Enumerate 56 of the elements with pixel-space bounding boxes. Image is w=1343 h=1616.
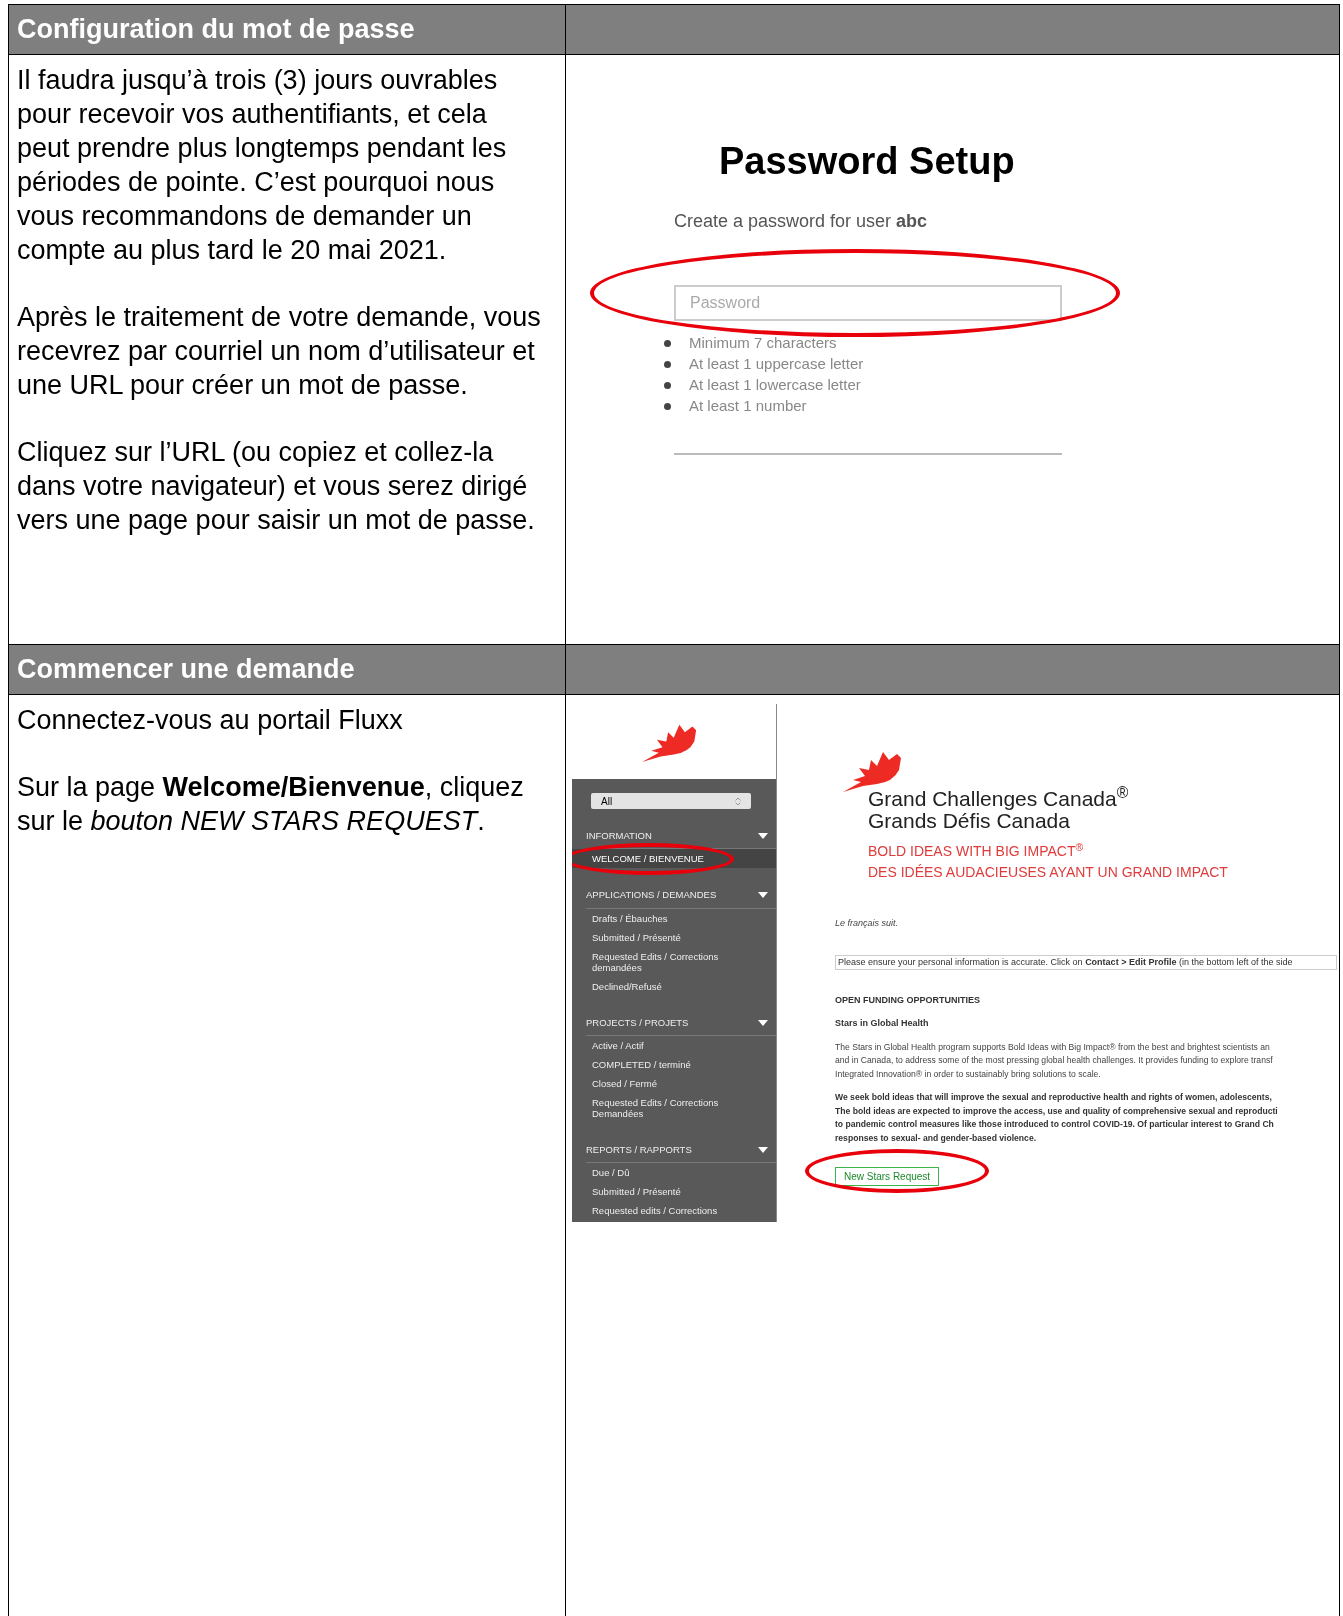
- select-arrows-icon: [735, 796, 741, 806]
- rule-text: At least 1 number: [689, 396, 807, 417]
- caret-icon: [758, 892, 768, 899]
- sidebar-item[interactable]: Closed / Fermé: [572, 1073, 776, 1093]
- rule-text: At least 1 lowercase letter: [689, 375, 861, 396]
- tagline-text: BOLD IDEAS WITH BIG IMPACT$^{®}$: [868, 841, 1085, 861]
- instruction-text: Connectez-vous au portail Fluxx: [17, 704, 404, 737]
- emphasis-line: responses to sexual- and gender-based violence.: [835, 1131, 1038, 1145]
- section-title: OPEN FUNDING OPPORTUNITIES: [835, 993, 981, 1007]
- sidebar-item[interactable]: Submitted / Présenté: [572, 1182, 776, 1201]
- bullet-icon: [664, 382, 671, 389]
- emphasis-line: We seek bold ideas that will improve the sexual and reproductive health and rights of women, adolescents,: [835, 1091, 1273, 1104]
- page-title: Password Setup: [719, 139, 1015, 184]
- sidebar-item[interactable]: Drafts / Ébauches: [572, 908, 776, 928]
- sidebar-item[interactable]: Requested edits / Corrections: [572, 1201, 776, 1220]
- sidebar-item[interactable]: Requested Edits / Corrections demandées: [572, 946, 776, 977]
- sidebar-item[interactable]: WELCOME / BIENVENUE: [572, 849, 776, 869]
- new-request-button[interactable]: New Stars Request: [835, 1167, 940, 1186]
- sidebar-item[interactable]: Active / Actif: [572, 1035, 776, 1055]
- caret-icon: [758, 1146, 768, 1153]
- caret-icon: [758, 833, 768, 840]
- subtitle-text: Create a password for user abc: [674, 210, 928, 233]
- section-heading: Commencer une demande: [17, 653, 355, 687]
- instruction-text: Sur la page Welcome/Bienvenue, cliquez sur le bouton NEW STARS REQUEST.: [17, 771, 525, 838]
- sidebar-item[interactable]: Requested Edits / Corrections Demandées: [572, 1092, 776, 1123]
- sidebar-group-title[interactable]: APPLICATIONS / DEMANDES: [586, 888, 717, 903]
- bullet-icon: [664, 403, 671, 410]
- rule-text: Minimum 7 characters: [689, 333, 837, 354]
- program-title: Stars in Global Health: [835, 1017, 930, 1030]
- instruction-text: Il faudra jusqu’à trois (3) jours ouvrables pour recevoir vos authentifiants, et cela peut prendre plus longtemps pendant les périodes de pointe. C’est pourquoi nous vous recommandons de demander un compte au plus tard le 20 mai 2021.: [17, 64, 508, 267]
- sidebar-item[interactable]: Due / Dû: [572, 1163, 776, 1182]
- notice-box: Please ensure your personal information is accurate. Click on Contact > Edit Profile (in the bottom left of the side: [835, 954, 1337, 970]
- sidebar-group-title[interactable]: REPORTS / RAPPORTS: [586, 1142, 692, 1157]
- note-text: Le français suit.: [835, 917, 900, 930]
- caret-icon: [758, 1019, 768, 1026]
- filter-select[interactable]: All: [591, 793, 751, 809]
- bullet-icon: [664, 361, 671, 368]
- emphasis-line: The bold ideas are expected to improve the access, use and quality of comprehensive sexual and reproducti: [835, 1104, 1279, 1118]
- sidebar-item[interactable]: Declined/Refusé: [572, 976, 776, 996]
- sidebar-item[interactable]: COMPLETED / terminé: [572, 1054, 776, 1074]
- rule-text: At least 1 uppercase letter: [689, 354, 864, 375]
- description-line: and in Canada, to address some of the most pressing global health challenges. It provides funding to explore transf: [835, 1054, 1274, 1067]
- bullet-icon: [664, 340, 671, 347]
- section-heading: Configuration du mot de passe: [17, 13, 415, 47]
- logo-text: Grand Challenges Canada$^{®}$: [868, 788, 1130, 810]
- password-field[interactable]: Password: [674, 285, 1062, 321]
- sidebar-group-title[interactable]: PROJECTS / PROJETS: [586, 1015, 689, 1030]
- instruction-text: Cliquez sur l’URL (ou copiez et collez-la dans votre navigateur) et vous serez dirigé vers une page pour saisir un mot de passe.: [17, 436, 536, 537]
- description-line: The Stars in Global Health program supports Bold Ideas with Big Impact® from the best and brightest scientists an: [835, 1040, 1271, 1054]
- sidebar-item[interactable]: Submitted / Présenté: [572, 927, 776, 947]
- description-line: Integrated Innovation® in order to sustainably bring solutions to scale.: [835, 1067, 1102, 1081]
- sidebar-group-title[interactable]: INFORMATION: [586, 829, 652, 844]
- tagline-text: DES IDÉES AUDACIEUSES AYANT UN GRAND IMPACT: [868, 863, 1229, 882]
- emphasis-line: to pandemic control measures like those introduced to control COVID-19. Of particular interest to Grand Ch: [835, 1118, 1275, 1131]
- instruction-text: Après le traitement de votre demande, vous recevrez par courriel un nom d’utilisateur et une URL pour créer un mot de passe.: [17, 301, 542, 402]
- logo-text: Grands Défis Canada: [868, 810, 1071, 832]
